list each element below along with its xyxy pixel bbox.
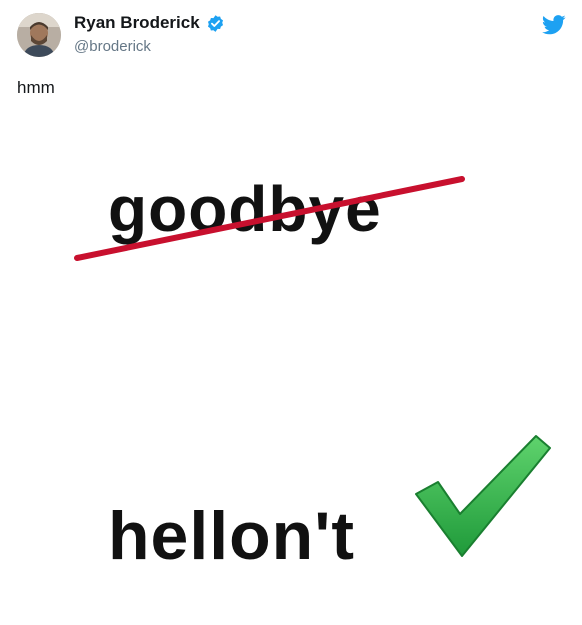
author-handle[interactable]: @broderick xyxy=(74,38,151,55)
green-checkmark-icon xyxy=(415,435,551,557)
avatar[interactable] xyxy=(17,13,61,57)
author-name-row[interactable]: Ryan Broderick xyxy=(74,13,225,33)
avatar-photo xyxy=(17,13,61,57)
tweet-text: hmm xyxy=(17,78,55,97)
checked-word: hellon't xyxy=(108,498,356,574)
tweet-header: Ryan Broderick @broderick xyxy=(0,0,582,70)
twitter-bird-icon[interactable] xyxy=(542,15,566,35)
author-name[interactable]: Ryan Broderick xyxy=(74,13,200,33)
tweet-media-image[interactable]: goodbye hellon't xyxy=(0,112,582,625)
verified-badge-icon xyxy=(207,14,223,32)
